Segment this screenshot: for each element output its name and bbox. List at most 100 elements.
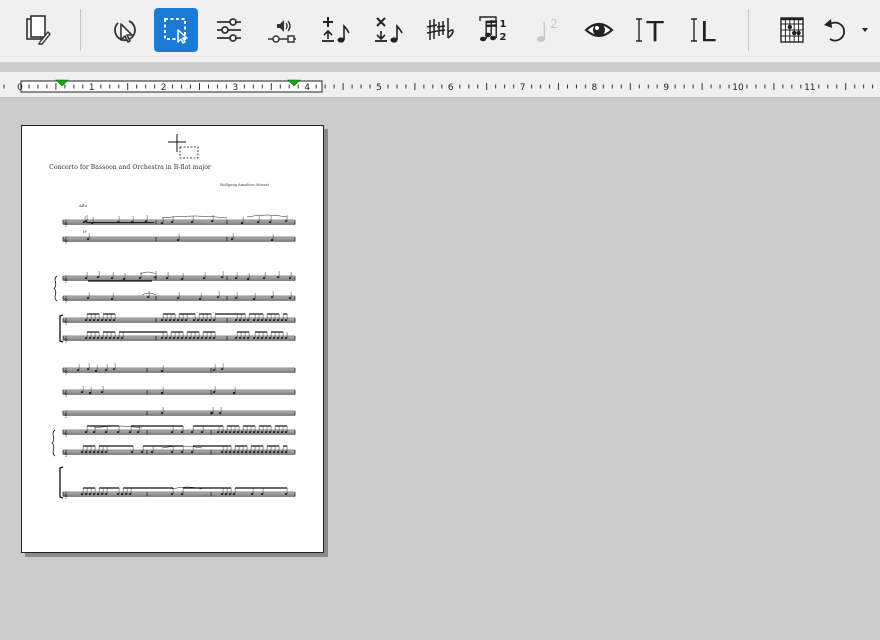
select-box-button[interactable] bbox=[154, 8, 198, 52]
note-head bbox=[218, 412, 222, 415]
note-head bbox=[112, 319, 116, 321]
note-head bbox=[256, 431, 260, 434]
ruler-label: 2 bbox=[161, 83, 167, 93]
horizontal-ruler[interactable]: 012345678910111 bbox=[0, 72, 880, 98]
note-head bbox=[284, 451, 288, 454]
note-head bbox=[122, 278, 126, 280]
svg-text:𝄞: 𝄞 bbox=[64, 275, 68, 283]
note-head bbox=[88, 319, 92, 321]
note-head bbox=[180, 431, 184, 434]
page-setup-button[interactable] bbox=[16, 8, 60, 52]
staff: 𝄞 bbox=[62, 410, 296, 418]
delete-note-button[interactable] bbox=[365, 8, 409, 52]
note-head bbox=[252, 337, 256, 339]
note-head bbox=[240, 431, 244, 434]
note-head bbox=[202, 277, 206, 279]
note-head bbox=[224, 431, 228, 434]
note-head bbox=[242, 319, 246, 321]
view-button[interactable] bbox=[577, 8, 621, 52]
score-page[interactable]: Concerto for Bassoon and Orchestra in B-… bbox=[21, 125, 324, 553]
note-head bbox=[276, 431, 280, 434]
chord-diagram-button[interactable] bbox=[770, 8, 814, 52]
note-head bbox=[236, 431, 240, 434]
note-head bbox=[234, 277, 238, 279]
toolbar: 1 2 2 T L bbox=[0, 0, 880, 63]
score-composer: Wolfgang Amadeus Mozart bbox=[220, 183, 270, 187]
playback-button[interactable] bbox=[260, 8, 304, 52]
note-head bbox=[86, 297, 90, 299]
note-head bbox=[284, 337, 288, 339]
note-head bbox=[84, 337, 88, 339]
note-head bbox=[84, 319, 88, 321]
note-head bbox=[164, 337, 168, 339]
text-tool-button[interactable]: T bbox=[628, 8, 672, 52]
ruler-label: 8 bbox=[592, 83, 598, 93]
undo-icon bbox=[824, 19, 846, 42]
svg-text:𝄞: 𝄞 bbox=[64, 429, 68, 437]
note-head bbox=[104, 431, 108, 434]
note-head bbox=[276, 319, 280, 321]
note-head bbox=[92, 337, 96, 339]
note-head bbox=[212, 369, 216, 371]
note-head bbox=[256, 319, 260, 321]
note-head bbox=[280, 319, 284, 321]
note-head bbox=[190, 431, 194, 434]
note-head bbox=[96, 319, 100, 321]
note-head bbox=[204, 337, 208, 339]
note-head bbox=[252, 451, 256, 454]
note-head bbox=[280, 431, 284, 434]
note-head bbox=[262, 277, 266, 279]
note-head bbox=[150, 451, 154, 454]
staff: 𝄞 bbox=[62, 429, 296, 437]
note-head bbox=[108, 337, 112, 339]
tempo-marking: Allo bbox=[78, 203, 87, 208]
text-cursor-icon: T bbox=[636, 15, 664, 46]
note-head bbox=[84, 220, 88, 222]
chevron-down-icon bbox=[862, 28, 868, 32]
note-head bbox=[88, 337, 92, 339]
note-head bbox=[104, 369, 108, 371]
accidentals-button[interactable] bbox=[418, 8, 462, 52]
ruler-page-extent bbox=[20, 80, 323, 93]
note-head bbox=[168, 319, 172, 321]
note-head bbox=[200, 337, 204, 339]
ruler-scale: 012345678910111 bbox=[3, 79, 874, 93]
note-head bbox=[120, 493, 124, 496]
note-head bbox=[108, 319, 112, 321]
note-head bbox=[256, 337, 260, 339]
adjust-button[interactable] bbox=[207, 8, 251, 52]
note-head bbox=[104, 337, 108, 339]
note-head bbox=[246, 278, 250, 280]
note-head bbox=[100, 451, 104, 454]
select-arrow-button[interactable] bbox=[102, 8, 146, 52]
note-head bbox=[260, 431, 264, 434]
undo-dropdown-button[interactable] bbox=[852, 8, 878, 52]
note-head bbox=[208, 337, 212, 339]
note-head bbox=[268, 319, 272, 321]
note-head bbox=[272, 431, 276, 434]
note-head bbox=[176, 319, 180, 321]
ruler-label: 7 bbox=[520, 83, 526, 93]
note-head bbox=[192, 319, 196, 321]
note-head bbox=[170, 451, 174, 454]
tuplet-button[interactable]: 1 2 bbox=[471, 8, 515, 52]
lyrics-tool-button[interactable]: L bbox=[681, 8, 725, 52]
note-head bbox=[138, 277, 142, 279]
delete-note-icon bbox=[375, 17, 403, 43]
note-head bbox=[144, 220, 148, 222]
add-note-button[interactable] bbox=[312, 8, 356, 52]
note-head bbox=[216, 296, 220, 298]
second-voice-button[interactable]: 2 bbox=[524, 8, 568, 52]
note-head bbox=[165, 277, 169, 279]
note-head bbox=[176, 297, 180, 299]
note-head bbox=[180, 278, 184, 280]
staff: 𝄞 bbox=[62, 449, 296, 457]
undo-button[interactable] bbox=[818, 8, 852, 52]
note-head bbox=[188, 337, 192, 339]
note-head bbox=[228, 493, 232, 496]
note-head bbox=[100, 337, 104, 339]
note-head bbox=[130, 451, 134, 454]
note-head bbox=[140, 451, 144, 454]
tuplet-icon: 1 2 bbox=[479, 16, 507, 43]
note-head bbox=[116, 337, 120, 339]
